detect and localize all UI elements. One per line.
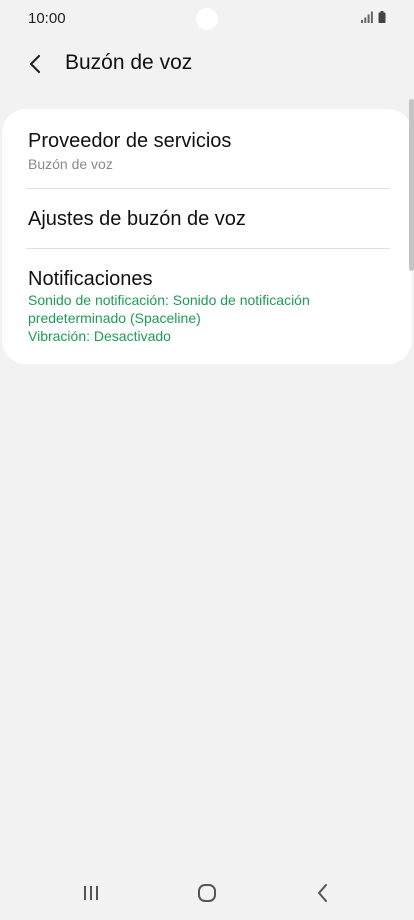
setting-title: Ajustes de buzón de voz bbox=[28, 208, 246, 230]
signal-icon bbox=[361, 11, 373, 23]
app-header: Buzón de voz bbox=[0, 38, 414, 90]
battery-icon bbox=[378, 11, 386, 23]
notification-detail-line: predeterminado (Spaceline) bbox=[28, 310, 201, 326]
notification-detail-line: Vibración: Desactivado bbox=[28, 328, 171, 344]
scrollbar[interactable] bbox=[409, 99, 414, 271]
page-title: Buzón de voz bbox=[65, 51, 193, 74]
setting-notifications[interactable]: Notificaciones Sonido de notificación: S… bbox=[28, 249, 390, 359]
arrow-left-icon[interactable] bbox=[24, 52, 48, 76]
camera-cutout bbox=[196, 8, 218, 30]
setting-title: Proveedor de servicios bbox=[28, 130, 232, 152]
home-icon[interactable] bbox=[194, 882, 220, 904]
status-bar: 10:00 bbox=[0, 0, 414, 38]
navigation-bar bbox=[0, 870, 414, 920]
status-time: 10:00 bbox=[28, 10, 66, 27]
setting-service-provider[interactable]: Proveedor de servicios Buzón de voz bbox=[28, 127, 390, 187]
notification-detail-line: Sonido de notificación: Sonido de notifi… bbox=[28, 292, 310, 308]
recent-apps-icon[interactable] bbox=[78, 882, 104, 904]
status-icons bbox=[361, 11, 386, 23]
settings-card: Proveedor de servicios Buzón de voz Ajus… bbox=[2, 109, 412, 364]
setting-voicemail-settings[interactable]: Ajustes de buzón de voz bbox=[28, 189, 390, 249]
back-icon[interactable] bbox=[310, 882, 336, 904]
setting-subtitle: Buzón de voz bbox=[28, 156, 113, 172]
setting-title: Notificaciones bbox=[28, 268, 153, 290]
